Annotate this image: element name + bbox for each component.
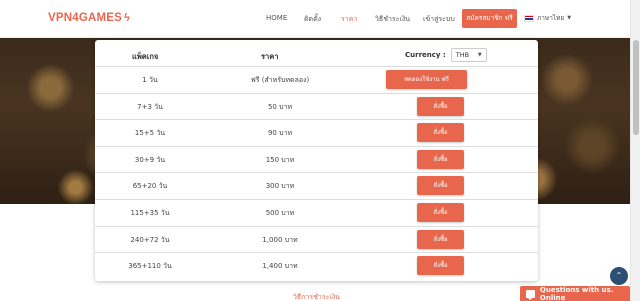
arrow-up-icon: ⌃	[615, 271, 623, 280]
caret-down-icon: ▼	[477, 52, 482, 58]
table-row: 7+3 วัน 50 บาท สั่งซื้อ	[95, 92, 538, 120]
pricing-table: แพ็คเกจ ราคา Currency : THB ▼ 1 วัน ฟรี …	[95, 40, 538, 281]
table-row: 1 วัน ฟรี (สำหรับทดลอง) ทดลองใช้งาน ฟรี	[95, 66, 538, 93]
brand-name: VPN4GAMES	[48, 12, 123, 24]
currency-select[interactable]: THB ▼	[450, 48, 487, 62]
package-cell: 65+20 วัน	[132, 182, 168, 191]
package-cell: 240+72 วัน	[130, 235, 170, 244]
table-row: 240+72 วัน 1,000 บาท สั่งซื้อ	[95, 225, 538, 253]
currency-value: THB	[455, 51, 470, 59]
order-button[interactable]: สั่งซื้อ	[417, 123, 464, 143]
scroll-to-top-button[interactable]: ⌃	[610, 267, 628, 285]
free-trial-button[interactable]: ทดลองใช้งาน ฟรี	[386, 70, 467, 89]
page: VPN4GAMES ϟ HOME ติดตั้ง ราคา วิธีชำระเงิ…	[0, 0, 640, 301]
price-cell: ฟรี (สำหรับทดลอง)	[250, 76, 310, 84]
price-cell: 50 บาท	[267, 102, 293, 111]
package-cell: 365+110 วัน	[128, 262, 172, 271]
table-row: 115+35 วัน 500 บาท สั่งซื้อ	[95, 199, 538, 226]
brand-logo[interactable]: VPN4GAMES ϟ	[48, 12, 130, 24]
chat-label: Questions with us. Online	[539, 285, 614, 301]
header-package: แพ็คเกจ	[132, 52, 159, 61]
table-row: 30+9 วัน 150 บาท สั่งซื้อ	[95, 145, 538, 173]
order-button[interactable]: สั่งซื้อ	[417, 176, 464, 196]
nav-install[interactable]: ติดตั้ง	[304, 14, 321, 25]
navbar: VPN4GAMES ϟ HOME ติดตั้ง ราคา วิธีชำระเงิ…	[0, 0, 630, 38]
language-selector[interactable]: ภาษาไทย ▼	[524, 13, 571, 23]
nav-home[interactable]: HOME	[266, 14, 287, 22]
table-row: 15+5 วัน 90 บาท สั่งซื้อ	[95, 119, 538, 146]
package-cell: 30+9 วัน	[134, 155, 166, 164]
nav-payment[interactable]: วิธีชำระเงิน	[375, 14, 410, 25]
chat-bubble-icon	[526, 289, 535, 300]
scrollbar-thumb[interactable]	[633, 40, 639, 135]
package-cell: 1 วัน	[142, 76, 158, 84]
order-button[interactable]: สั่งซื้อ	[417, 256, 464, 276]
price-cell: 1,000 บาท	[262, 235, 298, 244]
package-cell: 7+3 วัน	[137, 102, 163, 111]
header-price: ราคา	[261, 52, 279, 61]
payment-methods-link[interactable]: วิธีการชำระเงิน	[293, 292, 340, 301]
package-cell: 115+35 วัน	[130, 209, 170, 217]
currency-selector: Currency : THB ▼	[405, 48, 487, 62]
price-cell: 300 บาท	[265, 182, 295, 191]
order-button[interactable]: สั่งซื้อ	[417, 203, 464, 222]
page-scrollbar[interactable]	[630, 0, 640, 301]
price-cell: 1,400 บาท	[262, 262, 298, 271]
order-button[interactable]: สั่งซื้อ	[417, 229, 464, 249]
thai-flag-icon	[524, 14, 534, 22]
price-cell: 150 บาท	[265, 155, 295, 164]
bolt-icon: ϟ	[124, 12, 131, 24]
nav-login[interactable]: เข้าสู่ระบบ	[423, 14, 455, 25]
live-chat-button[interactable]: Questions with us. Online	[520, 286, 630, 301]
price-cell: 90 บาท	[267, 129, 293, 138]
signup-button[interactable]: สมัครสมาชิก ฟรี	[462, 9, 517, 28]
order-button[interactable]: สั่งซื้อ	[417, 149, 464, 169]
currency-label: Currency :	[405, 51, 446, 59]
order-button[interactable]: สั่งซื้อ	[417, 96, 464, 116]
language-label: ภาษาไทย	[537, 14, 565, 22]
table-row: 365+110 วัน 1,400 บาท สั่งซื้อ	[95, 252, 538, 279]
package-cell: 15+5 วัน	[134, 129, 166, 138]
nav-pricing[interactable]: ราคา	[341, 14, 357, 25]
price-cell: 500 บาท	[265, 209, 295, 217]
caret-down-icon: ▼	[567, 15, 572, 21]
table-row: 65+20 วัน 300 บาท สั่งซื้อ	[95, 172, 538, 199]
